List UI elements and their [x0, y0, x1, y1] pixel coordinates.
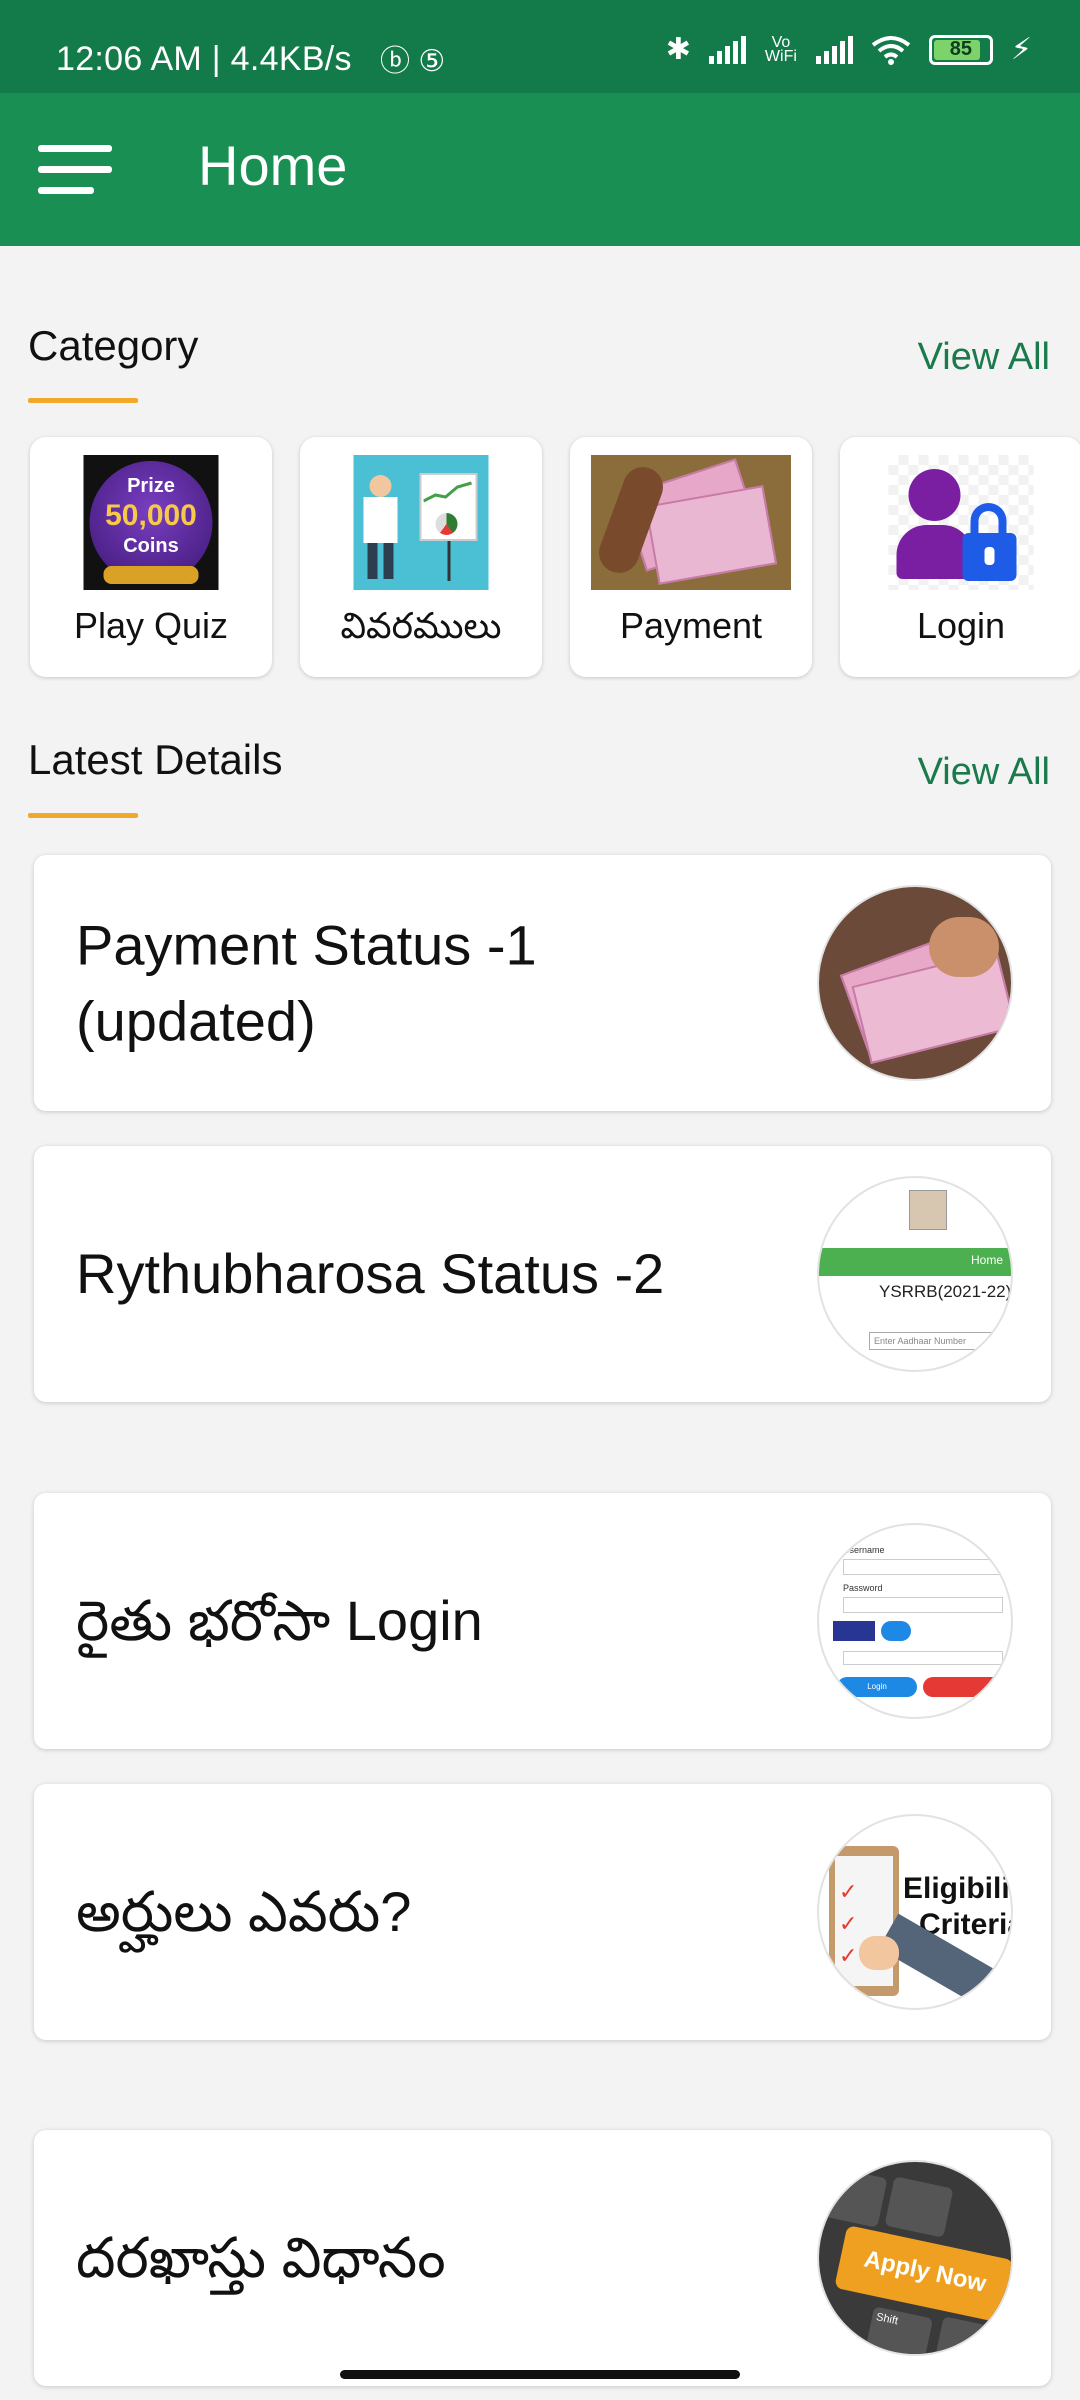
prize-coins-image: Prize 50,000 Coins	[83, 455, 219, 590]
category-login[interactable]: Login	[840, 437, 1080, 677]
latest-item-title: Payment Status -1 (updated)	[76, 913, 537, 1052]
latest-item-rythu-bharosa-login[interactable]: రైతు భరోసా Login Username Password Login	[34, 1493, 1051, 1749]
login-image-button: Login	[837, 1677, 917, 1697]
currency-notes-image	[591, 455, 791, 590]
login-image-username-label: Username	[843, 1545, 885, 1555]
payment-status-image	[817, 885, 1013, 1081]
vowifi-label: Vo WiFi	[764, 33, 797, 65]
battery-icon: 85	[928, 34, 993, 65]
wifi-icon	[871, 35, 911, 65]
category-section-title: Category	[28, 322, 199, 369]
status-image-heading: YSRRB(2021-22) Pa	[879, 1282, 1012, 1301]
login-form-image: Username Password Login	[817, 1523, 1013, 1719]
category-underline	[28, 398, 138, 403]
latest-item-title: రైతు భరోసా Login	[76, 1589, 483, 1653]
notification-icons: ⓑ ⑤	[380, 45, 446, 78]
latest-item-eligibility[interactable]: అర్హులు ఎవరు? ✓✓✓ Eligibility Criteria	[34, 1784, 1051, 2040]
shift-key: Shift	[864, 2306, 934, 2354]
category-label: Play Quiz	[73, 605, 229, 646]
category-label: Login	[916, 605, 1006, 646]
bluetooth-icon: ✱	[665, 33, 691, 66]
latest-item-title: అర్హులు ఎవరు?	[76, 1880, 412, 1944]
prize-amount: 50,000	[105, 499, 197, 532]
status-image-input: Enter Aadhaar Number	[869, 1332, 1009, 1350]
menu-icon[interactable]	[38, 145, 112, 195]
status-right-icons: ✱ Vo WiFi 85 ⚡	[666, 32, 1032, 67]
battery-level: 85	[949, 38, 973, 60]
latest-underline	[28, 813, 138, 818]
latest-view-all-link[interactable]: View All	[918, 751, 1050, 794]
signal-icon-2	[815, 35, 853, 64]
latest-item-application-process[interactable]: దరఖాస్తు విధానం Apply Now Shift	[34, 2130, 1051, 2386]
prize-coins-label: Coins	[123, 535, 179, 557]
status-image-home-label: Home	[970, 1253, 1003, 1267]
category-details[interactable]: వివరములు	[300, 437, 542, 677]
category-payment[interactable]: Payment	[570, 437, 812, 677]
latest-item-title: దరఖాస్తు విధానం	[76, 2226, 446, 2290]
home-indicator[interactable]	[340, 2370, 740, 2379]
apply-now-keyboard-image: Apply Now Shift	[817, 2160, 1013, 2356]
latest-item-payment-status[interactable]: Payment Status -1 (updated)	[34, 855, 1051, 1111]
latest-item-title: Rythubharosa Status -2	[76, 1242, 665, 1306]
latest-item-rythubharosa-status[interactable]: Rythubharosa Status -2 Home YSRRB(2021-2…	[34, 1146, 1051, 1402]
category-view-all-link[interactable]: View All	[918, 336, 1050, 379]
eligibility-criteria-image: ✓✓✓ Eligibility Criteria	[817, 1814, 1013, 2010]
status-bar: 12:06 AM | 4.4KB/s ⓑ ⑤ ✱ Vo WiFi 85 ⚡	[0, 0, 1080, 93]
eligibility-image-word-1: Eligibility	[903, 1872, 1011, 1905]
charging-icon: ⚡	[1010, 33, 1032, 66]
latest-section-title: Latest Details	[28, 736, 283, 783]
category-label: వివరములు	[340, 605, 502, 646]
login-image-password-label: Password	[843, 1583, 883, 1593]
category-play-quiz[interactable]: Prize 50,000 Coins Play Quiz	[30, 437, 272, 677]
status-time: 12:06 AM | 4.4KB/s	[56, 40, 352, 78]
category-label: Payment	[619, 605, 763, 646]
app-bar: Home	[0, 93, 1080, 246]
presentation-image	[353, 455, 489, 590]
category-list: Prize 50,000 Coins Play Quiz వివరములు Pa…	[30, 437, 1080, 679]
prize-label: Prize	[127, 475, 175, 497]
user-lock-image	[888, 455, 1034, 590]
rythubharosa-status-image: Home YSRRB(2021-22) Pa Enter Aadhaar Num…	[817, 1176, 1013, 1372]
page-title: Home	[198, 134, 348, 197]
signal-icon	[708, 35, 746, 64]
